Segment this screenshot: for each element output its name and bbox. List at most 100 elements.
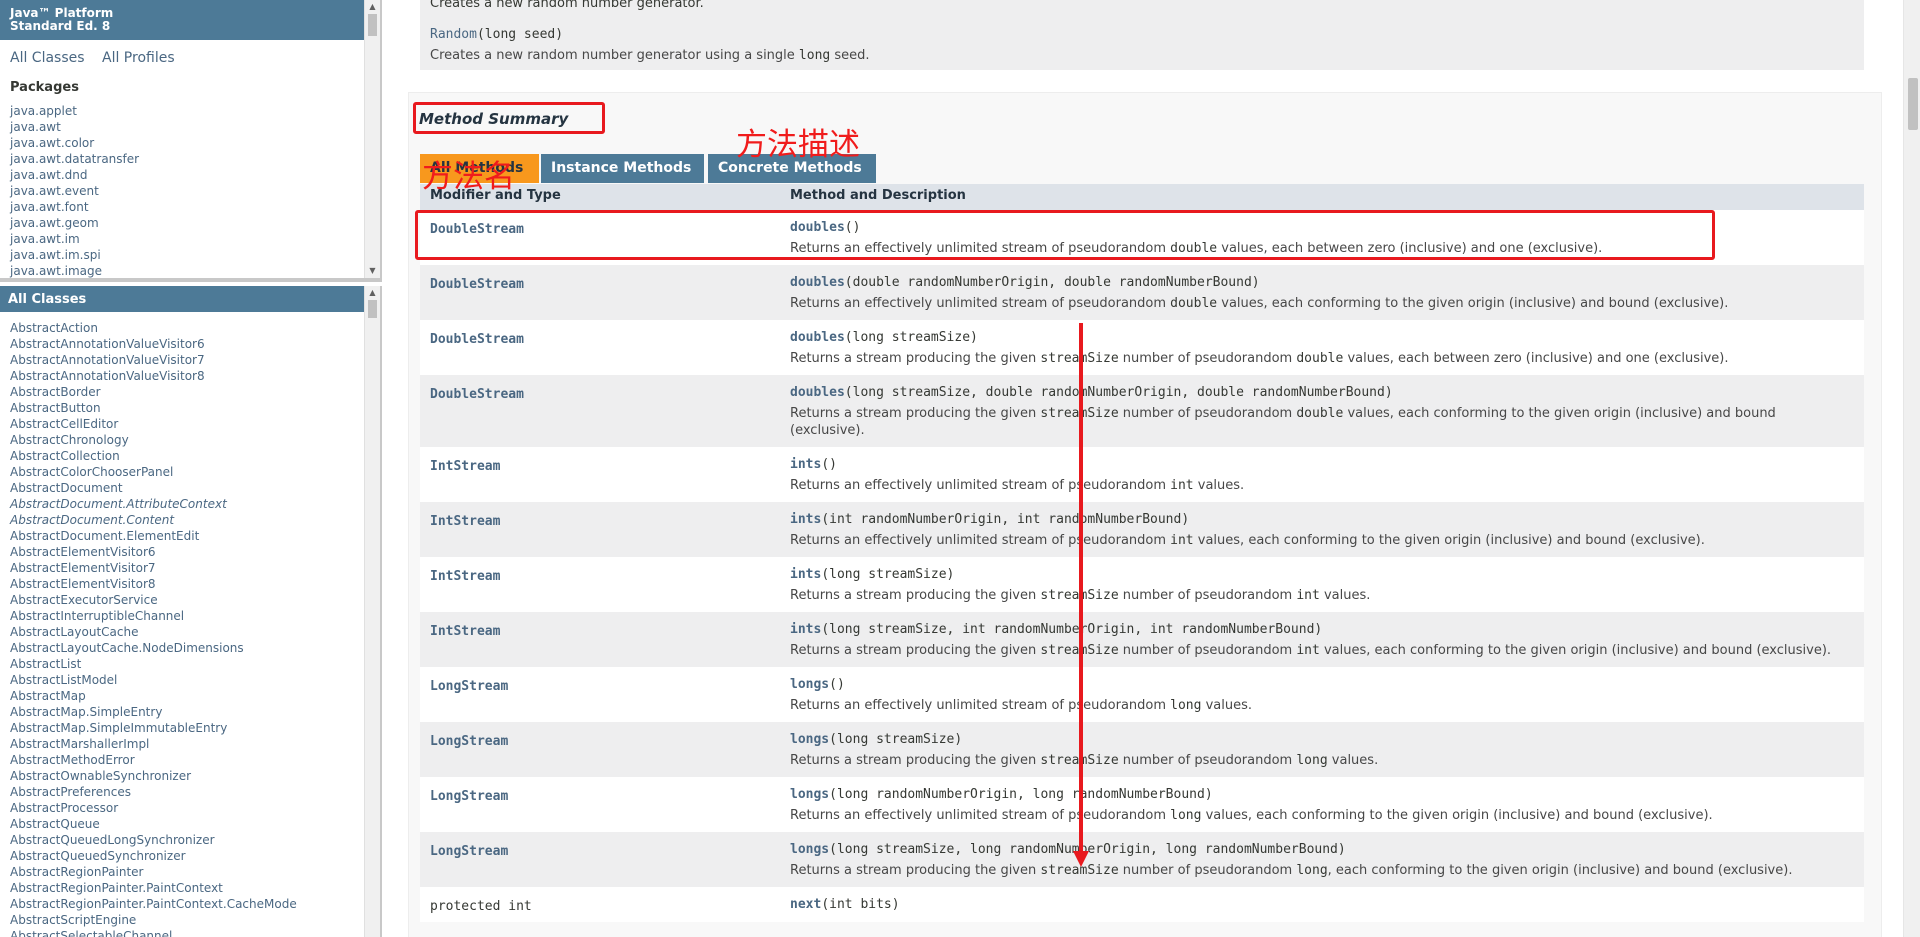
- method-params: (double randomNumberOrigin, double rando…: [844, 275, 1260, 290]
- return-type-link[interactable]: IntStream: [430, 624, 500, 639]
- class-link[interactable]: AbstractCellEditor: [10, 416, 364, 432]
- class-link[interactable]: AbstractColorChooserPanel: [10, 464, 364, 480]
- class-link[interactable]: AbstractMap.SimpleEntry: [10, 704, 364, 720]
- return-type-cell: protected int: [420, 887, 780, 922]
- class-link[interactable]: AbstractMarshallerImpl: [10, 736, 364, 752]
- class-link[interactable]: AbstractMethodError: [10, 752, 364, 768]
- package-link[interactable]: java.awt.datatransfer: [10, 151, 364, 167]
- class-link[interactable]: AbstractLayoutCache: [10, 624, 364, 640]
- method-name-link[interactable]: longs: [790, 787, 829, 802]
- method-description: Returns a stream producing the given str…: [790, 643, 1832, 658]
- package-link[interactable]: java.awt.im: [10, 231, 364, 247]
- class-link[interactable]: AbstractScriptEngine: [10, 912, 364, 928]
- method-name-link[interactable]: doubles: [790, 330, 845, 345]
- method-name-link[interactable]: ints: [790, 457, 821, 472]
- return-type-link[interactable]: LongStream: [430, 679, 508, 694]
- return-type-link[interactable]: IntStream: [430, 569, 500, 584]
- class-link[interactable]: AbstractDocument.ElementEdit: [10, 528, 364, 544]
- class-link[interactable]: AbstractRegionPainter.PaintContext: [10, 880, 364, 896]
- method-name-link[interactable]: longs: [790, 732, 829, 747]
- class-link[interactable]: AbstractQueuedSynchronizer: [10, 848, 364, 864]
- scrollbar-thumb[interactable]: [1908, 78, 1918, 130]
- class-link[interactable]: AbstractAnnotationValueVisitor7: [10, 352, 364, 368]
- method-name-link[interactable]: longs: [790, 677, 829, 692]
- tab-instance-methods[interactable]: Instance Methods: [541, 154, 704, 183]
- class-link[interactable]: AbstractElementVisitor7: [10, 560, 364, 576]
- class-link[interactable]: AbstractExecutorService: [10, 592, 364, 608]
- class-link[interactable]: AbstractElementVisitor8: [10, 576, 364, 592]
- class-link[interactable]: AbstractDocument.Content: [10, 512, 364, 528]
- class-link[interactable]: AbstractLayoutCache.NodeDimensions: [10, 640, 364, 656]
- scroll-up-arrow-icon[interactable]: ▲: [365, 0, 380, 14]
- class-link[interactable]: AbstractPreferences: [10, 784, 364, 800]
- class-link[interactable]: AbstractMap: [10, 688, 364, 704]
- constructor-params: (long seed): [476, 27, 564, 42]
- class-link[interactable]: AbstractAction: [10, 320, 364, 336]
- package-link[interactable]: java.awt: [10, 119, 364, 135]
- package-link[interactable]: java.awt.image: [10, 263, 364, 278]
- class-link[interactable]: AbstractInterruptibleChannel: [10, 608, 364, 624]
- method-name-link[interactable]: ints: [790, 512, 821, 527]
- class-link[interactable]: AbstractButton: [10, 400, 364, 416]
- method-name-link[interactable]: next: [790, 897, 821, 912]
- class-link[interactable]: AbstractDocument.AttributeContext: [10, 496, 364, 512]
- table-row: LongStream longs(long randomNumberOrigin,…: [420, 777, 1864, 832]
- constructor-description-code: long: [798, 48, 831, 63]
- class-link[interactable]: AbstractElementVisitor6: [10, 544, 364, 560]
- constructor-link[interactable]: Random: [430, 27, 477, 42]
- class-link[interactable]: AbstractOwnableSynchronizer: [10, 768, 364, 784]
- method-cell: longs(long streamSize, long randomNumber…: [780, 832, 1864, 887]
- package-frame-scrollbar[interactable]: ▲ ▼: [364, 0, 380, 278]
- class-link[interactable]: AbstractCollection: [10, 448, 364, 464]
- class-link[interactable]: AbstractAnnotationValueVisitor8: [10, 368, 364, 384]
- scroll-up-arrow-icon[interactable]: ▲: [365, 286, 380, 300]
- return-type-link[interactable]: DoubleStream: [430, 277, 524, 292]
- method-params: (long streamSize, double randomNumberOri…: [844, 385, 1393, 400]
- all-profiles-link[interactable]: All Profiles: [102, 50, 175, 66]
- scrollbar-thumb[interactable]: [368, 300, 377, 318]
- class-link[interactable]: AbstractRegionPainter: [10, 864, 364, 880]
- main-scrollbar[interactable]: [1903, 0, 1920, 937]
- class-link[interactable]: AbstractSelectableChannel: [10, 928, 364, 937]
- method-name-link[interactable]: ints: [790, 567, 821, 582]
- return-type-link[interactable]: DoubleStream: [430, 332, 524, 347]
- method-name-link[interactable]: doubles: [790, 385, 845, 400]
- class-link[interactable]: AbstractBorder: [10, 384, 364, 400]
- method-description: Returns a stream producing the given str…: [790, 863, 1793, 878]
- package-link[interactable]: java.awt.geom: [10, 215, 364, 231]
- class-link[interactable]: AbstractDocument: [10, 480, 364, 496]
- package-link[interactable]: java.awt.font: [10, 199, 364, 215]
- class-link[interactable]: AbstractQueue: [10, 816, 364, 832]
- return-type-link[interactable]: LongStream: [430, 789, 508, 804]
- return-type-link[interactable]: LongStream: [430, 734, 508, 749]
- return-type-link[interactable]: IntStream: [430, 514, 500, 529]
- method-description: Returns an effectively unlimited stream …: [790, 698, 1253, 713]
- package-link[interactable]: java.awt.event: [10, 183, 364, 199]
- package-link[interactable]: java.awt.dnd: [10, 167, 364, 183]
- method-cell: doubles(double randomNumberOrigin, doubl…: [780, 265, 1864, 320]
- return-type-link[interactable]: DoubleStream: [430, 387, 524, 402]
- class-link[interactable]: AbstractProcessor: [10, 800, 364, 816]
- method-name-link[interactable]: longs: [790, 842, 829, 857]
- method-name-link[interactable]: ints: [790, 622, 821, 637]
- class-link[interactable]: AbstractList: [10, 656, 364, 672]
- package-link[interactable]: java.applet: [10, 103, 364, 119]
- class-link[interactable]: AbstractMap.SimpleImmutableEntry: [10, 720, 364, 736]
- class-link[interactable]: AbstractListModel: [10, 672, 364, 688]
- return-type-link[interactable]: LongStream: [430, 844, 508, 859]
- package-link[interactable]: java.awt.im.spi: [10, 247, 364, 263]
- class-frame-scrollbar[interactable]: ▲: [364, 286, 380, 937]
- class-link[interactable]: AbstractRegionPainter.PaintContext.Cache…: [10, 896, 364, 912]
- scrollbar-thumb[interactable]: [368, 14, 377, 36]
- class-link[interactable]: AbstractChronology: [10, 432, 364, 448]
- class-link[interactable]: AbstractQueuedLongSynchronizer: [10, 832, 364, 848]
- all-classes-link[interactable]: All Classes: [10, 50, 85, 66]
- package-link[interactable]: java.awt.color: [10, 135, 364, 151]
- method-params: (long streamSize): [844, 330, 978, 345]
- method-name-link[interactable]: doubles: [790, 275, 845, 290]
- method-signature: doubles(long streamSize): [790, 328, 1854, 346]
- class-link[interactable]: AbstractAnnotationValueVisitor6: [10, 336, 364, 352]
- scroll-down-arrow-icon[interactable]: ▼: [365, 264, 380, 278]
- constructor-description: Creates a new random number generator us…: [430, 47, 870, 64]
- return-type-link[interactable]: IntStream: [430, 459, 500, 474]
